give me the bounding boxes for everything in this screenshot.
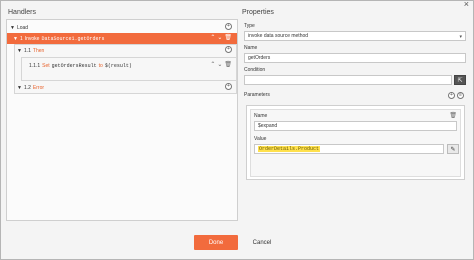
tree-item-value: $(result) bbox=[104, 62, 132, 69]
parameter-item: Name 🗑 $expand Value OrderDetails.Produc… bbox=[250, 109, 461, 177]
tree-item-prefix: 1.1.1 bbox=[29, 62, 41, 69]
chevron-down-icon: ▾ bbox=[459, 34, 462, 40]
move-down-icon[interactable]: ⌄ bbox=[217, 35, 222, 41]
edit-value-button[interactable]: ✎ bbox=[447, 144, 459, 154]
type-label: Type bbox=[244, 23, 255, 29]
trash-icon[interactable]: 🗑 bbox=[224, 61, 232, 68]
parameters-list: Name 🗑 $expand Value OrderDetails.Produc… bbox=[246, 105, 465, 180]
name-label: Name bbox=[244, 45, 258, 51]
collapse-triangle-icon[interactable]: ▼ bbox=[17, 85, 22, 91]
move-down-icon[interactable]: ⌄ bbox=[217, 62, 222, 68]
move-up-icon[interactable]: ⌃ bbox=[210, 35, 215, 41]
handlers-title: Handlers bbox=[8, 9, 37, 16]
tree-item-label: Load bbox=[16, 24, 29, 31]
tree-item-keyword: Error bbox=[32, 84, 45, 91]
tree-item-set[interactable]: 1.1.1 Set getOrdersResult to $(result) ⌃… bbox=[7, 60, 237, 71]
close-icon[interactable]: × bbox=[464, 0, 469, 9]
param-value-label: Value bbox=[254, 136, 267, 142]
condition-input[interactable] bbox=[244, 75, 452, 85]
trash-icon[interactable]: 🗑 bbox=[449, 112, 457, 119]
param-value-input[interactable]: OrderDetails.Product bbox=[254, 144, 444, 154]
condition-label: Condition bbox=[244, 67, 266, 73]
open-expression-editor-button[interactable]: ⇱ bbox=[454, 75, 466, 85]
tree-item-load[interactable]: ▼ Load + bbox=[7, 22, 237, 33]
tree-item-code: getOrdersResult bbox=[51, 62, 97, 69]
properties-title: Properties bbox=[242, 9, 274, 16]
param-name-label: Name bbox=[254, 113, 268, 119]
parameters-header: Parameters + ≡ bbox=[241, 89, 467, 101]
name-input-value: getOrders bbox=[248, 55, 271, 61]
handler-editor-dialog: × Handlers ▼ Load + ▼ 1 Invoke DataSourc… bbox=[0, 0, 474, 260]
cancel-button[interactable]: Cancel bbox=[247, 235, 277, 250]
name-input[interactable]: getOrders bbox=[244, 53, 466, 63]
collapse-triangle-icon[interactable]: ▼ bbox=[17, 48, 22, 54]
param-value-text: OrderDetails.Product bbox=[258, 146, 321, 152]
param-name-input[interactable]: $expand bbox=[254, 121, 457, 131]
handlers-tree: ▼ Load + ▼ 1 Invoke DataSource1.getOrder… bbox=[6, 19, 238, 221]
add-parameter-icon[interactable]: + bbox=[448, 92, 455, 99]
tree-item-invoke[interactable]: ▼ 1 Invoke DataSource1.getOrders ⌃ ⌄ 🗑 bbox=[7, 33, 237, 44]
tree-item-prefix: 1.1 bbox=[23, 47, 31, 54]
tree-item-error[interactable]: ▼ 1.2 Error + bbox=[7, 82, 237, 93]
tree-item-keyword: Invoke bbox=[24, 35, 40, 42]
tree-item-prefix: 1.2 bbox=[23, 84, 31, 91]
tree-item-prefix: 1 bbox=[19, 35, 23, 42]
properties-panel: Type invoke data source method ▾ Name ge… bbox=[241, 19, 470, 229]
trash-icon[interactable]: 🗑 bbox=[224, 34, 232, 41]
tree-item-code: DataSource1.getOrders bbox=[41, 35, 105, 42]
add-action-icon[interactable]: + bbox=[225, 46, 232, 53]
add-action-icon[interactable]: + bbox=[225, 83, 232, 90]
tree-item-keyword: Then bbox=[32, 47, 45, 54]
collapse-triangle-icon[interactable]: ▼ bbox=[10, 25, 15, 31]
pencil-icon: ✎ bbox=[450, 146, 456, 153]
tree-item-then[interactable]: ▼ 1.1 Then + bbox=[7, 45, 237, 56]
parameters-label: Parameters bbox=[244, 92, 270, 98]
tree-item-operator: to bbox=[98, 62, 103, 69]
move-up-icon[interactable]: ⌃ bbox=[210, 62, 215, 68]
tree-item-keyword: Set bbox=[42, 62, 50, 69]
collapse-triangle-icon[interactable]: ▼ bbox=[13, 36, 18, 42]
type-select[interactable]: invoke data source method ▾ bbox=[244, 31, 466, 41]
database-icon[interactable]: ≡ bbox=[457, 92, 464, 99]
done-button[interactable]: Done bbox=[194, 235, 238, 250]
add-action-icon[interactable]: + bbox=[225, 23, 232, 30]
type-select-value: invoke data source method bbox=[248, 33, 309, 39]
param-name-value: $expand bbox=[258, 123, 278, 129]
external-link-icon: ⇱ bbox=[457, 77, 463, 84]
